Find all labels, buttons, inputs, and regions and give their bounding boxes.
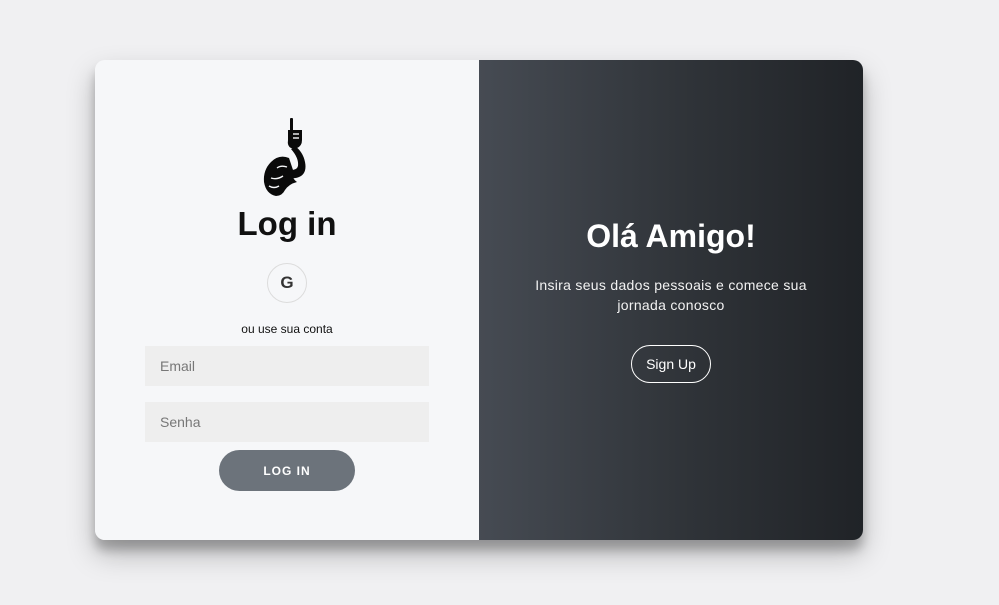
signup-panel: Olá Amigo! Insira seus dados pessoais e … [479,60,863,540]
login-button[interactable]: LOG IN [219,450,355,491]
welcome-description: Insira seus dados pessoais e comece sua … [535,277,807,313]
flexed-arm-icon [263,118,306,196]
auth-card: Log in G ou use sua conta LOG IN Olá Ami… [95,60,863,540]
alt-login-text: ou use sua conta [241,322,333,336]
password-field[interactable] [145,402,429,442]
login-panel: Log in G ou use sua conta LOG IN [95,60,479,540]
google-icon: G [280,273,294,292]
signup-button[interactable]: Sign Up [631,345,711,383]
page-title: Log in [237,205,337,242]
welcome-heading: Olá Amigo! [586,218,756,254]
google-login-button[interactable]: G [267,263,307,303]
email-field[interactable] [145,346,429,386]
